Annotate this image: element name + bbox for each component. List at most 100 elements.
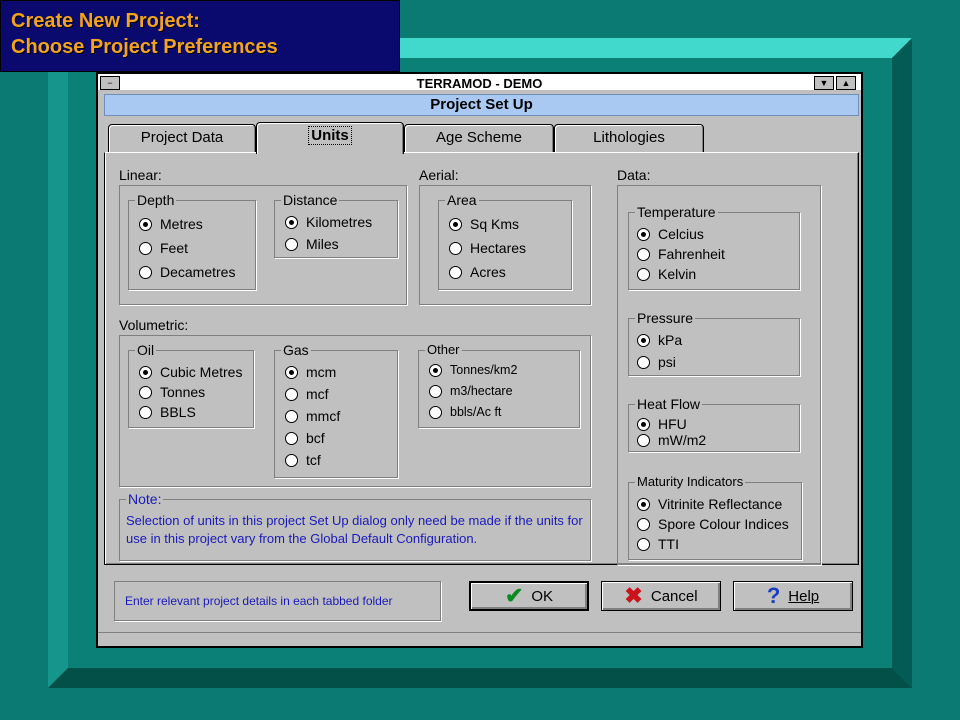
data-label: Data: (617, 167, 651, 183)
minimize-button[interactable]: ▼ (814, 76, 834, 90)
radio-label: Metres (160, 216, 203, 232)
gas-mmcf-radio[interactable]: mmcf (285, 407, 340, 425)
radio-label: bbls/Ac ft (450, 405, 502, 419)
radio-label: mcf (306, 386, 329, 402)
depth-decametres-radio[interactable]: Decametres (139, 263, 235, 281)
radio-unselected-icon (637, 355, 650, 369)
radio-label: bcf (306, 430, 325, 446)
tab-project-data[interactable]: Project Data (108, 124, 256, 152)
oil-bbls-radio[interactable]: BBLS (139, 403, 196, 421)
maturity-spore-colour-radio[interactable]: Spore Colour Indices (637, 515, 789, 533)
linear-label: Linear: (119, 167, 162, 183)
slide-frame-bottom (48, 668, 912, 688)
maturity-tti-radio[interactable]: TTI (637, 535, 679, 553)
area-sq-kms-radio[interactable]: Sq Kms (449, 215, 519, 233)
note-legend: Note: (126, 491, 164, 507)
radio-label: BBLS (160, 404, 196, 420)
units-panel: Linear: Depth Metres Feet Decametres Dis… (104, 152, 859, 565)
linear-group: Depth Metres Feet Decametres Distance Ki… (119, 185, 407, 305)
radio-selected-icon (285, 365, 298, 379)
help-button[interactable]: ? Help (733, 581, 853, 611)
radio-label: m3/hectare (450, 384, 513, 398)
oil-cubic-metres-radio[interactable]: Cubic Metres (139, 363, 242, 381)
radio-unselected-icon (139, 405, 152, 419)
radio-label: tcf (306, 452, 321, 468)
radio-label: Hectares (470, 240, 527, 256)
pressure-group: Pressure kPa psi (628, 310, 800, 376)
temperature-legend: Temperature (635, 204, 718, 220)
radio-label: Miles (306, 236, 339, 252)
distance-group: Distance Kilometres Miles (274, 192, 398, 258)
gas-mcf-radio[interactable]: mcf (285, 385, 329, 403)
temperature-fahrenheit-radio[interactable]: Fahrenheit (637, 245, 725, 263)
temperature-kelvin-radio[interactable]: Kelvin (637, 265, 696, 283)
data-group: Temperature Celcius Fahrenheit Kelvin Pr… (617, 185, 821, 565)
tab-lithologies-label: Lithologies (593, 129, 665, 146)
tab-age-scheme-label: Age Scheme (436, 129, 522, 146)
maximize-button[interactable]: ▲ (836, 76, 856, 90)
other-m3-hectare-radio[interactable]: m3/hectare (429, 382, 513, 400)
cancel-button[interactable]: ✖ Cancel (601, 581, 721, 611)
pressure-kpa-radio[interactable]: kPa (637, 331, 682, 349)
other-tonnes-km2-radio[interactable]: Tonnes/km2 (429, 361, 517, 379)
heat-flow-mw-m2-radio[interactable]: mW/m2 (637, 431, 706, 449)
radio-selected-icon (139, 217, 152, 231)
oil-group: Oil Cubic Metres Tonnes BBLS (128, 342, 254, 428)
radio-unselected-icon (637, 247, 650, 261)
temperature-celcius-radio[interactable]: Celcius (637, 225, 704, 243)
aerial-group: Area Sq Kms Hectares Acres (419, 185, 591, 305)
temperature-group: Temperature Celcius Fahrenheit Kelvin (628, 204, 800, 290)
radio-label: Feet (160, 240, 189, 256)
radio-unselected-icon (285, 237, 298, 251)
radio-selected-icon (449, 217, 462, 231)
area-acres-radio[interactable]: Acres (449, 263, 506, 281)
maturity-legend: Maturity Indicators (635, 474, 746, 490)
depth-group: Depth Metres Feet Decametres (128, 192, 256, 290)
tab-units[interactable]: Units (256, 122, 404, 154)
slide-frame-left (48, 38, 68, 688)
radio-label: Decametres (160, 264, 236, 280)
radio-label: mcm (306, 364, 337, 380)
checkmark-icon: ✔ (504, 583, 524, 608)
other-bbls-ac-ft-radio[interactable]: bbls/Ac ft (429, 403, 501, 421)
radio-unselected-icon (637, 433, 650, 447)
radio-selected-icon (429, 363, 442, 377)
distance-miles-radio[interactable]: Miles (285, 235, 339, 253)
radio-unselected-icon (285, 431, 298, 445)
system-menu-button[interactable]: − (100, 76, 120, 90)
maturity-vitrinite-radio[interactable]: Vitrinite Reflectance (637, 495, 782, 513)
depth-feet-radio[interactable]: Feet (139, 239, 188, 257)
area-hectares-radio[interactable]: Hectares (449, 239, 526, 257)
other-group: Other Tonnes/km2 m3/hectare bbls/Ac ft (418, 342, 580, 428)
gas-group: Gas mcm mcf mmcf bcf tcf (274, 342, 398, 478)
radio-label: Acres (470, 264, 506, 280)
cross-icon: ✖ (624, 583, 643, 608)
radio-label: Tonnes/km2 (450, 363, 518, 377)
ok-button[interactable]: ✔ OK (469, 581, 589, 611)
depth-metres-radio[interactable]: Metres (139, 215, 203, 233)
tab-project-data-label: Project Data (140, 129, 224, 146)
radio-label: mmcf (306, 408, 341, 424)
radio-label: psi (658, 354, 676, 370)
distance-kilometres-radio[interactable]: Kilometres (285, 213, 372, 231)
tab-age-scheme[interactable]: Age Scheme (404, 124, 554, 152)
note-text: Selection of units in this project Set U… (126, 513, 583, 546)
radio-unselected-icon (429, 405, 442, 419)
pressure-psi-radio[interactable]: psi (637, 353, 676, 371)
gas-bcf-radio[interactable]: bcf (285, 429, 325, 447)
gas-tcf-radio[interactable]: tcf (285, 451, 321, 469)
radio-label: Sq Kms (470, 216, 520, 232)
cancel-button-label: Cancel (650, 587, 698, 605)
oil-tonnes-radio[interactable]: Tonnes (139, 383, 205, 401)
slide-title-line-2: Choose Project Preferences (11, 36, 278, 58)
radio-unselected-icon (285, 409, 298, 423)
tab-units-label: Units (308, 126, 352, 145)
volumetric-group: Oil Cubic Metres Tonnes BBLS Gas mcm mcf… (119, 335, 591, 487)
radio-label: Spore Colour Indices (658, 516, 789, 532)
radio-selected-icon (637, 227, 650, 241)
radio-label: Tonnes (160, 384, 206, 400)
tab-lithologies[interactable]: Lithologies (554, 124, 704, 152)
slide-frame-right (892, 38, 912, 688)
gas-mcm-radio[interactable]: mcm (285, 363, 336, 381)
oil-legend: Oil (135, 342, 157, 358)
